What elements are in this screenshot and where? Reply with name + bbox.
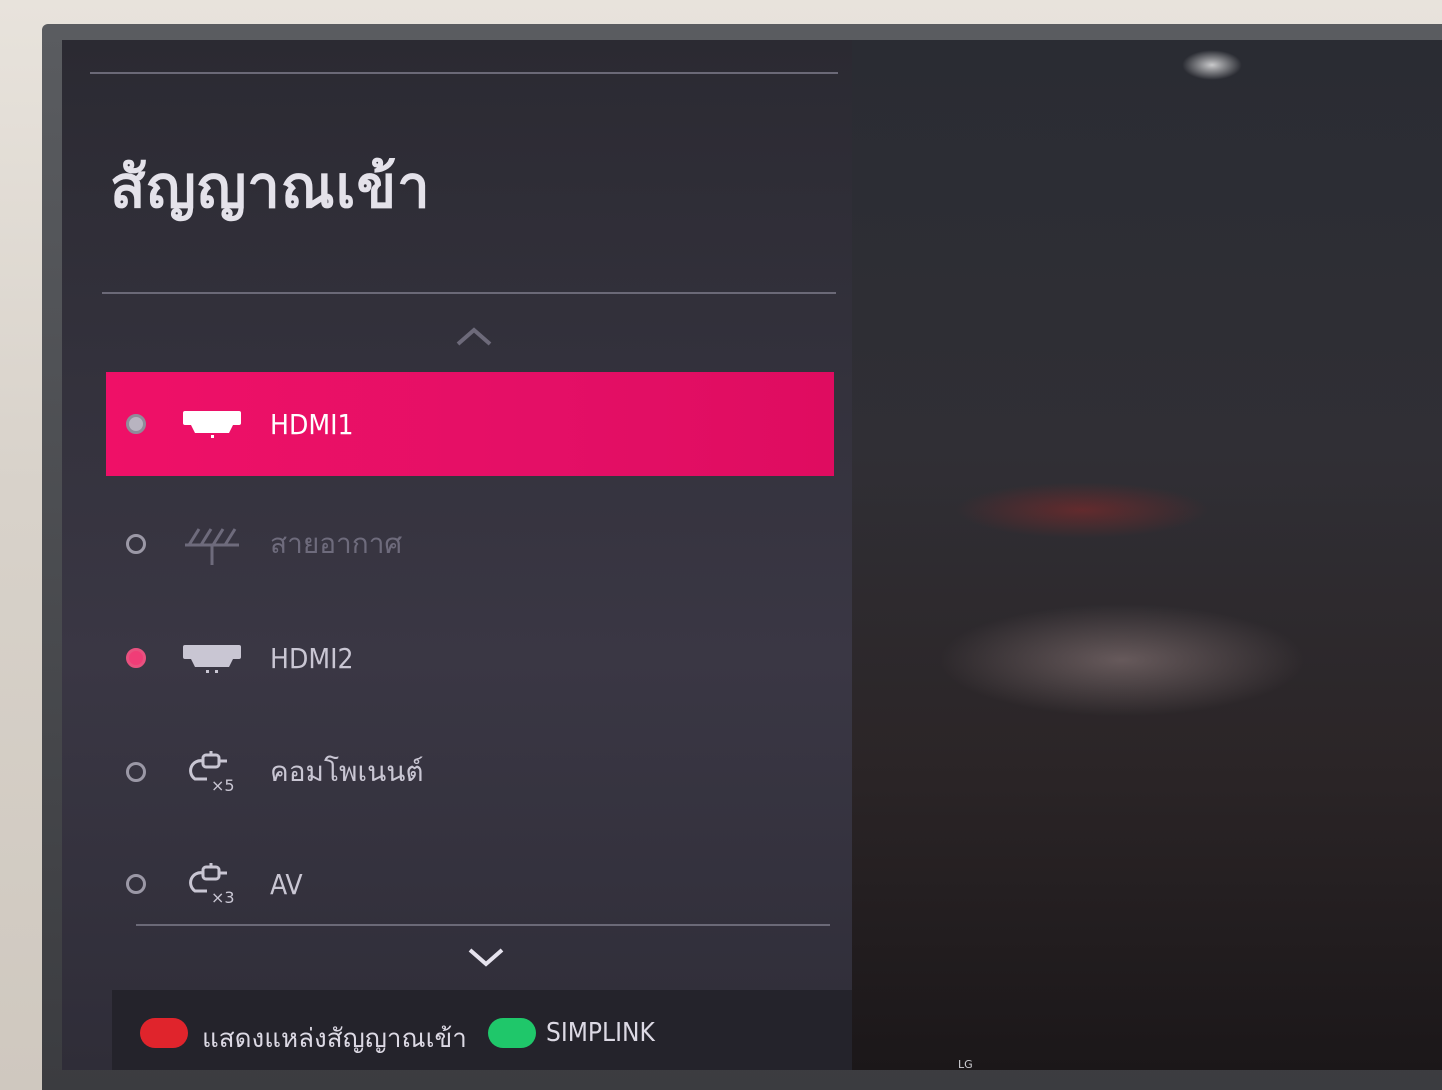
input-label: สายอากาศ	[270, 527, 403, 560]
av-cable-icon: ×3	[180, 861, 244, 907]
footer-bar: แสดงแหล่งสัญญาณเข้า SIMPLINK	[112, 990, 852, 1070]
tv-screen: สัญญาณเข้า HDMI1 สายอากาศ HDMI2 ×5 คอมโพ…	[62, 40, 1442, 1070]
green-key-label: SIMPLINK	[546, 1018, 655, 1048]
radio-indicator	[126, 762, 146, 782]
green-key-icon[interactable]	[488, 1018, 536, 1048]
input-item-antenna[interactable]: สายอากาศ	[106, 492, 834, 596]
screen-glare	[1182, 50, 1242, 80]
red-key-icon[interactable]	[140, 1018, 188, 1048]
input-label: HDMI1	[270, 407, 354, 441]
radio-indicator	[126, 874, 146, 894]
svg-text:×5: ×5	[211, 776, 235, 795]
input-item-av[interactable]: ×3 AV	[106, 832, 834, 936]
brand-logo: LG	[958, 1058, 973, 1071]
red-key-label: แสดงแหล่งสัญญาณเข้า	[202, 1024, 467, 1054]
svg-text:×3: ×3	[211, 888, 235, 907]
input-label: AV	[270, 867, 303, 901]
scroll-down-chevron-icon[interactable]	[466, 946, 506, 970]
menu-title: สัญญาณเข้า	[110, 153, 431, 221]
input-item-component[interactable]: ×5 คอมโพเนนต์	[106, 720, 834, 824]
list-bottom-divider	[136, 924, 830, 926]
title-divider	[102, 292, 836, 294]
component-cable-icon: ×5	[180, 749, 244, 795]
scroll-up-chevron-icon[interactable]	[454, 324, 494, 348]
input-label: คอมโพเนนต์	[270, 755, 424, 788]
hdmi-icon	[180, 635, 244, 681]
input-item-hdmi2[interactable]: HDMI2	[106, 606, 834, 710]
radio-indicator	[126, 414, 146, 434]
antenna-icon	[180, 521, 244, 567]
input-item-hdmi1[interactable]: HDMI1	[106, 372, 834, 476]
hdmi-icon	[180, 401, 244, 447]
video-preview	[852, 40, 1442, 1070]
top-divider	[90, 72, 838, 74]
input-menu-panel: สัญญาณเข้า HDMI1 สายอากาศ HDMI2 ×5 คอมโพ…	[62, 40, 852, 1070]
input-label: HDMI2	[270, 641, 354, 675]
radio-indicator	[126, 534, 146, 554]
radio-indicator	[126, 648, 146, 668]
